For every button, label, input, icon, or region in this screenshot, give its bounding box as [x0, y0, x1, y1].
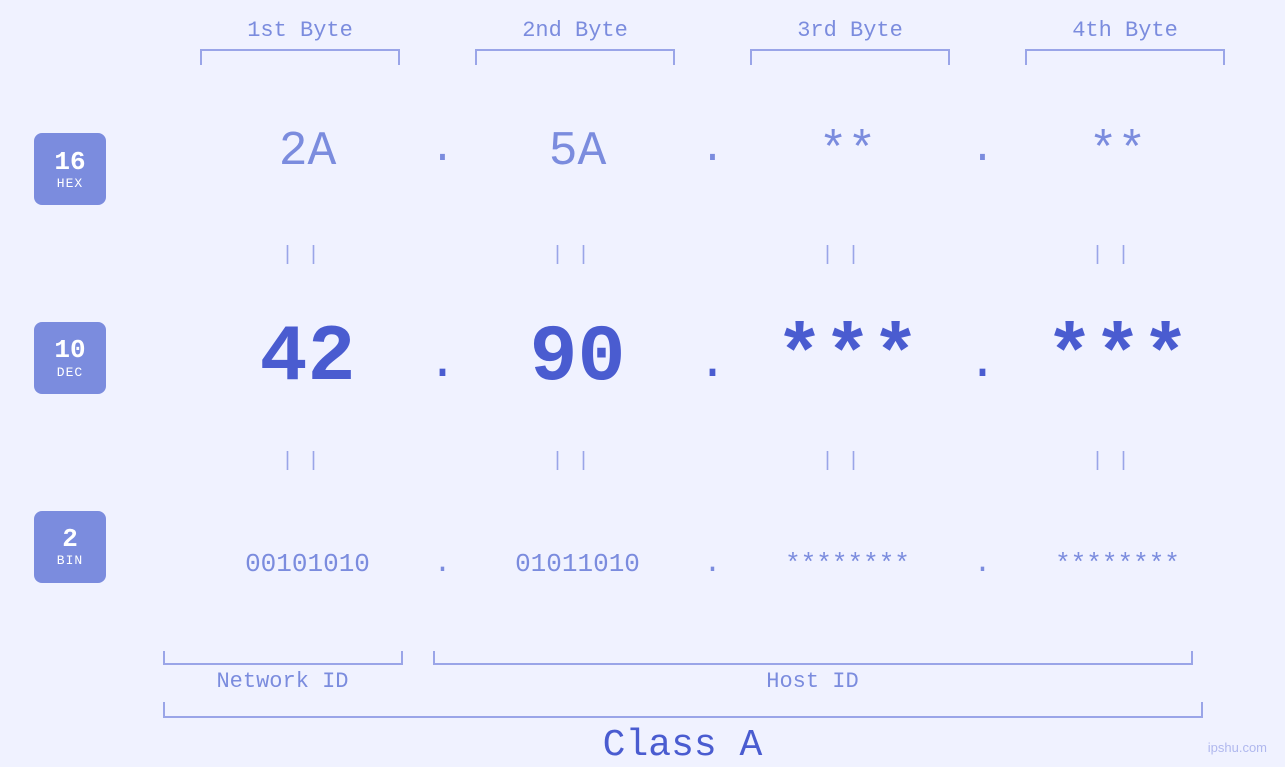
badge-dec: 10 DEC	[34, 322, 106, 394]
bin-dot3: .	[968, 547, 998, 581]
byte-headers: 1st Byte 2nd Byte 3rd Byte 4th Byte	[163, 18, 1263, 43]
bin-dot1: .	[428, 547, 458, 581]
hex-dot1: .	[428, 125, 458, 173]
bin-row-group: 00101010 . 01011010 . ******** . *******…	[140, 477, 1285, 651]
pipe1-b1: ||	[188, 244, 428, 267]
pipe1-b2: ||	[458, 244, 698, 267]
pipe-sep-2: || || || ||	[140, 445, 1285, 477]
pipe-sep-1: || || || ||	[140, 239, 1285, 271]
dec-byte4-cell: ***	[998, 313, 1238, 404]
dec-byte4: ***	[1045, 313, 1189, 404]
bin-byte3-cell: ********	[728, 549, 968, 579]
bin-value-row: 00101010 . 01011010 . ******** . *******…	[140, 477, 1285, 651]
bracket-top-2	[475, 49, 675, 65]
bottom-section: Network ID Host ID Class A	[163, 651, 1263, 767]
bracket-top-3	[750, 49, 950, 65]
pipe1-b3: ||	[728, 244, 968, 267]
hex-dot3: .	[968, 125, 998, 173]
rows-wrapper: 16 HEX 10 DEC 2 BIN 2A .	[0, 65, 1285, 651]
hex-byte3: **	[819, 125, 877, 179]
bin-dot2: .	[698, 547, 728, 581]
bin-byte4-cell: ********	[998, 549, 1238, 579]
dec-byte3-cell: ***	[728, 313, 968, 404]
hex-byte1-cell: 2A	[188, 125, 428, 179]
badges-column: 16 HEX 10 DEC 2 BIN	[0, 65, 140, 651]
bin-byte4: ********	[1055, 549, 1180, 579]
hex-byte4: **	[1089, 125, 1147, 179]
dec-byte1: 42	[259, 313, 355, 404]
dec-value-row: 42 . 90 . *** . ***	[140, 271, 1285, 445]
bin-byte2: 01011010	[515, 549, 640, 579]
dec-dot2: .	[698, 335, 728, 392]
hex-byte2-cell: 5A	[458, 125, 698, 179]
bracket-top-1	[200, 49, 400, 65]
dec-row-group: 42 . 90 . *** . ***	[140, 271, 1285, 445]
pipe1-b4: ||	[998, 244, 1238, 267]
dec-dot3: .	[968, 335, 998, 392]
pipe2-b2: ||	[458, 450, 698, 473]
badge-hex-num: 16	[54, 148, 85, 177]
bracket-host	[433, 651, 1193, 665]
dec-byte1-cell: 42	[188, 313, 428, 404]
bracket-top-4	[1025, 49, 1225, 65]
hex-byte2: 5A	[549, 125, 607, 179]
full-bracket-wrapper	[163, 694, 1263, 718]
network-host-labels: Network ID Host ID	[163, 669, 1263, 694]
badge-hex-label: HEX	[57, 176, 83, 191]
badge-dec-num: 10	[54, 336, 85, 365]
hex-row-group: 2A . 5A . ** . **	[140, 65, 1285, 239]
data-rows: 2A . 5A . ** . **	[140, 65, 1285, 651]
host-id-label: Host ID	[433, 669, 1193, 694]
badge-bin-label: BIN	[57, 553, 83, 568]
class-label: Class A	[603, 724, 763, 767]
pipe2-b1: ||	[188, 450, 428, 473]
dec-dot1: .	[428, 335, 458, 392]
main-container: 1st Byte 2nd Byte 3rd Byte 4th Byte 16 H…	[0, 0, 1285, 767]
badge-dec-label: DEC	[57, 365, 83, 380]
bin-byte2-cell: 01011010	[458, 549, 698, 579]
hex-byte1: 2A	[279, 125, 337, 179]
dec-byte2: 90	[529, 313, 625, 404]
watermark: ipshu.com	[1208, 740, 1267, 755]
bin-byte1: 00101010	[245, 549, 370, 579]
hex-byte4-cell: **	[998, 125, 1238, 179]
class-label-row: Class A	[163, 724, 1203, 767]
badge-bin: 2 BIN	[34, 511, 106, 583]
top-brackets	[163, 49, 1263, 65]
pipe2-b4: ||	[998, 450, 1238, 473]
byte2-header: 2nd Byte	[465, 18, 685, 43]
badge-hex: 16 HEX	[34, 133, 106, 205]
byte4-header: 4th Byte	[1015, 18, 1235, 43]
hex-dot2: .	[698, 125, 728, 173]
bracket-network	[163, 651, 403, 665]
dec-byte2-cell: 90	[458, 313, 698, 404]
hex-value-row: 2A . 5A . ** . **	[140, 65, 1285, 239]
bin-byte1-cell: 00101010	[188, 549, 428, 579]
network-id-label: Network ID	[163, 669, 403, 694]
badge-bin-num: 2	[62, 525, 78, 554]
bin-byte3: ********	[785, 549, 910, 579]
byte1-header: 1st Byte	[190, 18, 410, 43]
pipe2-b3: ||	[728, 450, 968, 473]
dec-byte3: ***	[775, 313, 919, 404]
hex-byte3-cell: **	[728, 125, 968, 179]
full-bracket	[163, 702, 1203, 718]
bottom-brackets-row	[163, 651, 1263, 665]
byte3-header: 3rd Byte	[740, 18, 960, 43]
